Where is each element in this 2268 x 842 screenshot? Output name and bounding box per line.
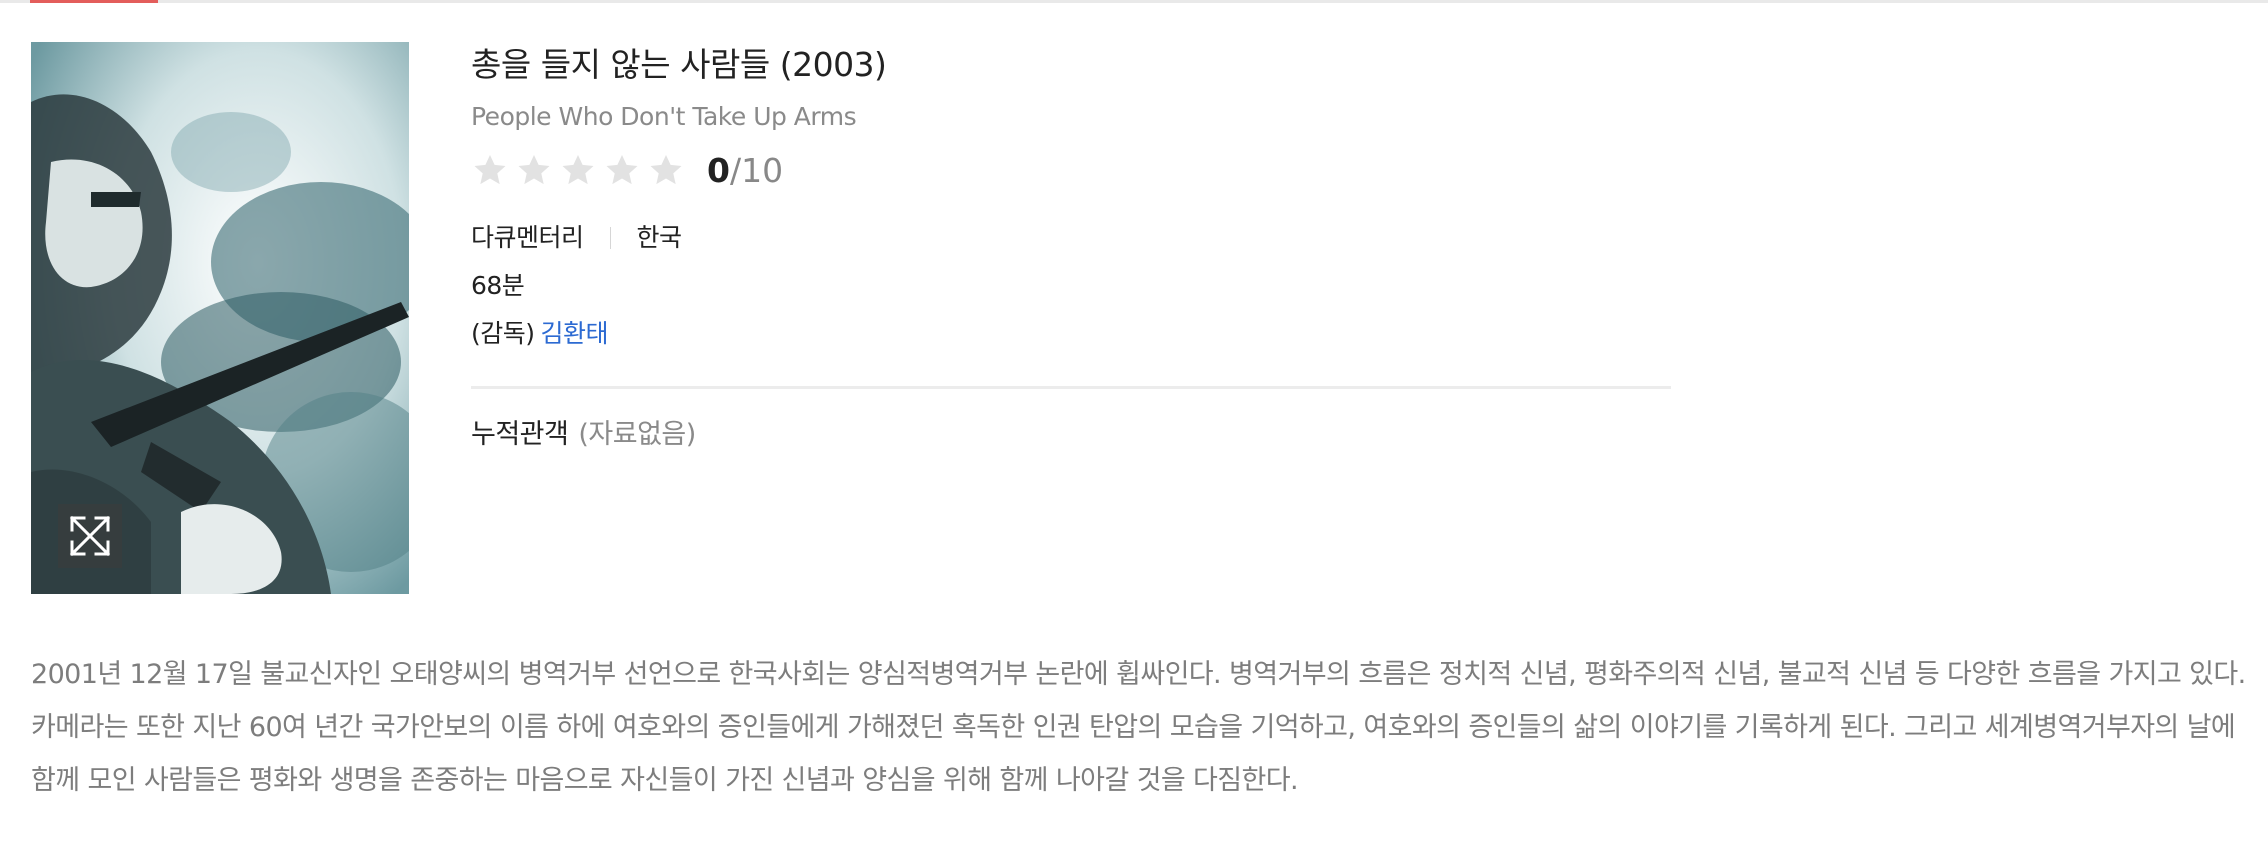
- star-icon[interactable]: [603, 151, 641, 189]
- country: 한국: [636, 223, 683, 252]
- top-divider: [0, 0, 2268, 3]
- movie-poster[interactable]: [31, 42, 409, 594]
- genre: 다큐멘터리: [471, 223, 584, 252]
- expand-poster-button[interactable]: [58, 504, 122, 568]
- star-icon[interactable]: [559, 151, 597, 189]
- star-rating[interactable]: [471, 151, 685, 189]
- movie-original-title: People Who Don't Take Up Arms: [471, 102, 857, 131]
- star-icon[interactable]: [647, 151, 685, 189]
- movie-title: 총을 들지 않는 사람들 (2003): [471, 45, 887, 84]
- genre-country-row: 다큐멘터리 한국: [471, 218, 1671, 258]
- director-label: (감독): [471, 319, 535, 348]
- expand-icon: [69, 515, 111, 557]
- runtime-row: 68분: [471, 266, 1671, 306]
- rating-score: 0/10: [707, 151, 783, 190]
- info-divider: [471, 386, 1671, 389]
- rating-max: /10: [729, 150, 784, 190]
- director-link[interactable]: 김환태: [541, 314, 609, 354]
- star-icon[interactable]: [515, 151, 553, 189]
- runtime: 68분: [471, 271, 525, 300]
- director-row: (감독) 김환태: [471, 314, 1671, 354]
- audience-label: 누적관객: [471, 419, 569, 450]
- movie-detail-page: 총을 들지 않는 사람들 (2003) People Who Don't Tak…: [0, 0, 2268, 842]
- audience-row: 누적관객 (자료없음): [471, 415, 1671, 455]
- meta-separator: [609, 227, 611, 249]
- audience-value: (자료없음): [578, 419, 696, 450]
- synopsis-text: 2001년 12월 17일 불교신자인 오태양씨의 병역거부 선언으로 한국사회…: [31, 659, 2246, 796]
- rating-row: 0/10: [471, 146, 1671, 194]
- movie-info: 총을 들지 않는 사람들 (2003) People Who Don't Tak…: [471, 40, 1671, 455]
- rating-value: 0: [707, 150, 730, 190]
- active-tab-indicator: [30, 0, 158, 3]
- star-icon[interactable]: [471, 151, 509, 189]
